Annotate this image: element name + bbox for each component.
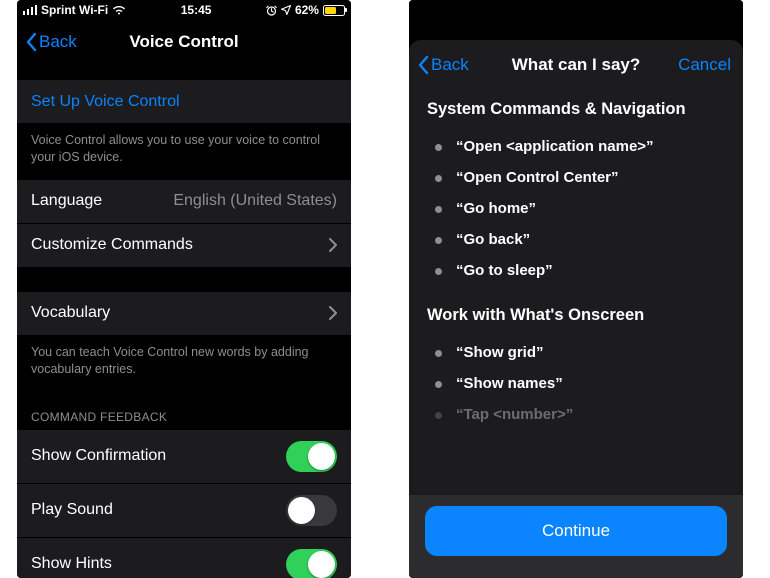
list-item-label: “Go to sleep”: [456, 262, 553, 279]
sheet-nav-bar: Back What can I say? Cancel: [409, 40, 743, 90]
list-item: “Go to sleep”: [427, 255, 725, 286]
customize-commands-row[interactable]: Customize Commands: [17, 224, 351, 268]
list-item-label: “Tap <number>”: [456, 406, 573, 423]
command-feedback-header: COMMAND FEEDBACK: [17, 392, 351, 430]
continue-label: Continue: [542, 521, 610, 541]
list-item-label: “Open Control Center”: [456, 169, 619, 186]
play-sound-toggle[interactable]: [286, 495, 337, 526]
status-bar: Sprint Wi-Fi 15:45 62%: [17, 0, 351, 20]
signal-icon: [23, 5, 37, 15]
section-title-onscreen: Work with What's Onscreen: [427, 306, 725, 325]
list-item: “Go back”: [427, 224, 725, 255]
show-confirmation-row: Show Confirmation: [17, 430, 351, 484]
list-item: “Open <application name>”: [427, 131, 725, 162]
vocabulary-row[interactable]: Vocabulary: [17, 292, 351, 336]
sheet-body: System Commands & Navigation “Open <appl…: [409, 90, 743, 495]
chevron-left-icon: [25, 32, 37, 52]
back-label: Back: [431, 55, 469, 75]
section-title-system: System Commands & Navigation: [427, 100, 725, 119]
back-button[interactable]: Back: [417, 55, 469, 75]
settings-list: Set Up Voice Control Voice Control allow…: [17, 80, 351, 578]
list-item: “Go home”: [427, 193, 725, 224]
bullet-icon: [435, 144, 442, 151]
location-icon: [281, 5, 291, 15]
modal-sheet: Back What can I say? Cancel System Comma…: [409, 40, 743, 578]
customize-label: Customize Commands: [31, 236, 193, 254]
wifi-icon: [112, 5, 126, 15]
list-item: “Open Control Center”: [427, 162, 725, 193]
show-hints-label: Show Hints: [31, 555, 112, 573]
sheet-title: What can I say?: [512, 55, 640, 75]
list-item: “Tap <number>”: [427, 399, 725, 430]
clock-label: 15:45: [181, 3, 212, 17]
bullet-icon: [435, 350, 442, 357]
continue-button[interactable]: Continue: [425, 506, 727, 556]
battery-icon: [323, 5, 345, 16]
play-sound-label: Play Sound: [31, 501, 113, 519]
back-label: Back: [39, 32, 77, 52]
list-item-label: “Show grid”: [456, 344, 544, 361]
show-hints-toggle[interactable]: [286, 549, 337, 578]
language-value: English (United States): [173, 192, 337, 210]
system-commands-list: “Open <application name>” “Open Control …: [427, 131, 725, 286]
bullet-icon: [435, 237, 442, 244]
alarm-icon: [266, 5, 277, 16]
list-item-label: “Open <application name>”: [456, 138, 654, 155]
onscreen-commands-list: “Show grid” “Show names” “Tap <number>”: [427, 337, 725, 430]
list-item-label: “Go home”: [456, 200, 536, 217]
cancel-button[interactable]: Cancel: [678, 55, 731, 75]
battery-percent-label: 62%: [295, 3, 319, 17]
setup-label: Set Up Voice Control: [31, 93, 180, 111]
chevron-right-icon: [329, 306, 337, 320]
nav-bar: Back Voice Control: [17, 20, 351, 64]
bullet-icon: [435, 381, 442, 388]
play-sound-row: Play Sound: [17, 484, 351, 538]
chevron-left-icon: [417, 55, 429, 75]
list-item: “Show names”: [427, 368, 725, 399]
show-confirmation-toggle[interactable]: [286, 441, 337, 472]
page-title: Voice Control: [129, 32, 238, 52]
show-hints-row: Show Hints: [17, 538, 351, 578]
list-item-label: “Show names”: [456, 375, 563, 392]
show-confirmation-label: Show Confirmation: [31, 447, 166, 465]
setup-voice-control-row[interactable]: Set Up Voice Control: [17, 80, 351, 124]
setup-footer-text: Voice Control allows you to use your voi…: [17, 124, 351, 180]
bullet-icon: [435, 206, 442, 213]
bullet-icon: [435, 412, 442, 419]
list-item: “Show grid”: [427, 337, 725, 368]
bullet-icon: [435, 175, 442, 182]
vocabulary-footer-text: You can teach Voice Control new words by…: [17, 336, 351, 392]
language-label: Language: [31, 192, 102, 210]
bullet-icon: [435, 268, 442, 275]
back-button[interactable]: Back: [25, 32, 77, 52]
phone-what-can-i-say: Sprint Wi-Fi 15:46 62%: [409, 0, 743, 578]
sheet-footer: Continue: [409, 495, 743, 578]
chevron-right-icon: [329, 238, 337, 252]
vocabulary-label: Vocabulary: [31, 304, 110, 322]
carrier-label: Sprint Wi-Fi: [41, 3, 108, 17]
list-item-label: “Go back”: [456, 231, 530, 248]
language-row[interactable]: Language English (United States): [17, 180, 351, 224]
phone-voice-control: Sprint Wi-Fi 15:45 62% Back Voice: [17, 0, 351, 578]
battery-fill: [325, 7, 336, 14]
